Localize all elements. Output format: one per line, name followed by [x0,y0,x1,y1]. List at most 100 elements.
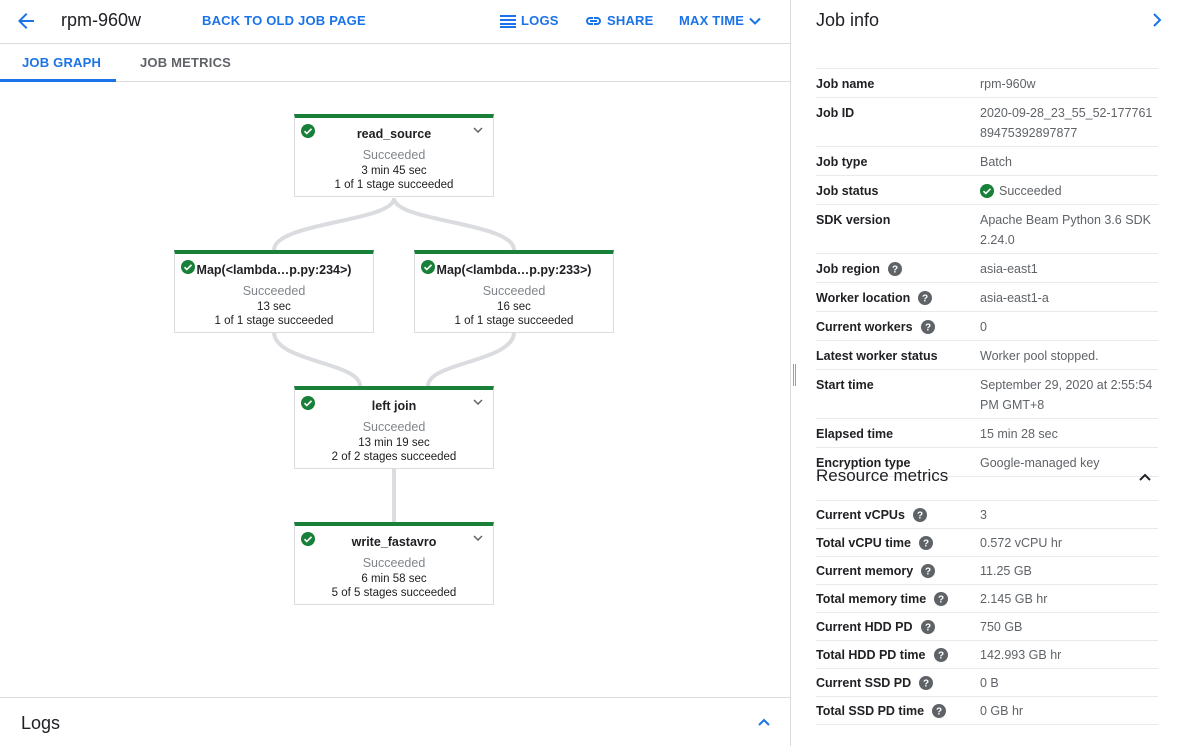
metric-row-current-vcpus: Current vCPUs ? 3 [816,501,1158,529]
metric-key: Total memory time [816,592,927,606]
chevron-up-icon[interactable] [1137,469,1153,485]
metric-value: 750 GB [980,620,1023,634]
logs-title: Logs [21,713,61,733]
metric-key: Current vCPUs [816,508,905,522]
node-duration: 16 sec [497,301,531,313]
help-icon[interactable]: ? [919,676,934,690]
share-button[interactable]: SHARE [585,13,654,28]
svg-text:?: ? [924,623,930,634]
tab-job-graph[interactable]: JOB GRAPH [22,55,101,70]
graph-node-write-fastavro[interactable]: write_fastavro Succeeded 6 min 58 sec 5 … [294,522,494,605]
graph-node-read-source[interactable]: read_source Succeeded 3 min 45 sec 1 of … [294,114,494,197]
node-duration: 13 sec [257,301,291,313]
info-key: Job type [816,155,868,169]
top-bar: rpm-960w BACK TO OLD JOB PAGE LOGS SHARE… [0,0,790,44]
metric-key: Current SSD PD [816,676,912,690]
svg-text:?: ? [922,294,928,305]
info-key: Job name [816,77,875,91]
graph-node-map-234[interactable]: Map(<lambda…p.py:234>) Succeeded 13 sec … [174,250,374,333]
resource-metrics-table: Current vCPUs ? 3 Total vCPU time ? 0.57… [816,500,1158,725]
info-row-sdk-version: SDK version Apache Beam Python 3.6 SDK 2… [816,205,1158,254]
help-icon[interactable]: ? [918,536,933,550]
node-stages: 1 of 1 stage succeeded [454,315,574,327]
graph-node-left-join[interactable]: left join Succeeded 13 min 19 sec 2 of 2… [294,386,494,469]
tab-job-metrics[interactable]: JOB METRICS [140,55,231,70]
metric-value: 3 [980,508,987,522]
max-time-dropdown[interactable]: MAX TIME [679,13,761,28]
info-row-job-name: Job name rpm-960w [816,69,1158,98]
node-status: Succeeded [362,420,426,434]
edge-map234-to-join [272,331,362,387]
svg-text:?: ? [925,567,931,578]
svg-text:?: ? [923,679,929,690]
graph-node-map-233[interactable]: Map(<lambda…p.py:233>) Succeeded 16 sec … [414,250,614,333]
metric-value: 0 B [980,676,999,690]
node-status: Succeeded [482,284,546,298]
max-time-label: MAX TIME [679,13,745,28]
info-value: 0 [980,320,987,334]
info-value: 2020-09-28_23_55_52-17776189475392897877 [980,106,1153,140]
info-value: rpm-960w [980,77,1036,91]
metric-value: 2.145 GB hr [980,592,1048,606]
resource-metrics-title: Resource metrics [816,466,949,485]
link-icon [586,16,601,25]
info-key: Job status [816,184,879,198]
node-name: write_fastavro [351,535,437,549]
node-name: left join [371,399,417,413]
svg-text:?: ? [937,651,943,662]
node-duration: 6 min 58 sec [361,573,427,585]
svg-text:?: ? [936,707,942,718]
info-row-worker-location: Worker location ? asia-east1-a [816,283,1158,312]
tab-bar: JOB GRAPH JOB METRICS [0,45,790,82]
info-key: Current workers [816,320,913,334]
metric-value: 142.993 GB hr [980,648,1062,662]
node-name: Map(<lambda…p.py:233>) [436,263,592,277]
info-key: Start time [816,378,874,392]
logs-button[interactable]: LOGS [500,13,559,28]
info-row-job-id: Job ID 2020-09-28_23_55_52-1777618947539… [816,98,1158,147]
back-to-old-job-page-label: BACK TO OLD JOB PAGE [202,13,366,28]
info-value: Apache Beam Python 3.6 SDK 2.24.0 [980,213,1151,247]
chevron-right-icon[interactable] [1149,12,1165,28]
job-graph-canvas: read_source Succeeded 3 min 45 sec 1 of … [0,82,790,696]
info-row-elapsed-time: Elapsed time 15 min 28 sec [816,419,1158,448]
help-icon[interactable]: ? [887,262,902,276]
help-icon[interactable]: ? [932,704,947,718]
help-icon[interactable]: ? [920,320,935,334]
edge-read-to-map234 [272,197,396,251]
metric-row-current-ssd-pd: Current SSD PD ? 0 B [816,669,1158,697]
chevron-down-icon [749,17,761,25]
job-info-panel: Job info Job name rpm-960w Job ID 2020-0… [790,0,1181,746]
metric-row-total-ssd-pd-time: Total SSD PD time ? 0 GB hr [816,697,1158,725]
svg-text:?: ? [892,265,898,276]
metric-row-current-hdd-pd: Current HDD PD ? 750 GB [816,613,1158,641]
help-icon[interactable]: ? [934,592,949,606]
info-row-job-status: Job status Succeeded [816,176,1158,205]
metric-value: 0.572 vCPU hr [980,536,1062,550]
job-title: rpm-960w [61,10,142,30]
info-key: Elapsed time [816,427,894,441]
help-icon[interactable]: ? [918,291,933,305]
metric-key: Total vCPU time [816,536,911,550]
info-value: asia-east1 [980,262,1038,276]
logs-panel-header[interactable]: Logs [0,697,790,746]
help-icon[interactable]: ? [920,620,935,634]
arrow-back-icon[interactable] [14,9,38,33]
metric-key: Total HDD PD time [816,648,926,662]
info-key: SDK version [816,213,891,227]
node-stages: 2 of 2 stages succeeded [331,451,457,463]
help-icon[interactable]: ? [933,648,948,662]
metric-key: Total SSD PD time [816,704,925,718]
chevron-up-icon[interactable] [756,714,772,730]
node-status: Succeeded [242,284,306,298]
metric-value: 11.25 GB [980,564,1032,578]
edge-read-to-map233 [392,197,516,251]
back-to-old-job-page-link[interactable]: BACK TO OLD JOB PAGE [202,13,366,28]
info-key: Job ID [816,106,855,120]
info-key: Latest worker status [816,349,938,363]
help-icon[interactable]: ? [912,508,927,522]
info-value: Google-managed key [980,456,1100,470]
node-name: Map(<lambda…p.py:234>) [196,263,352,277]
svg-text:?: ? [925,323,931,334]
help-icon[interactable]: ? [921,564,936,578]
